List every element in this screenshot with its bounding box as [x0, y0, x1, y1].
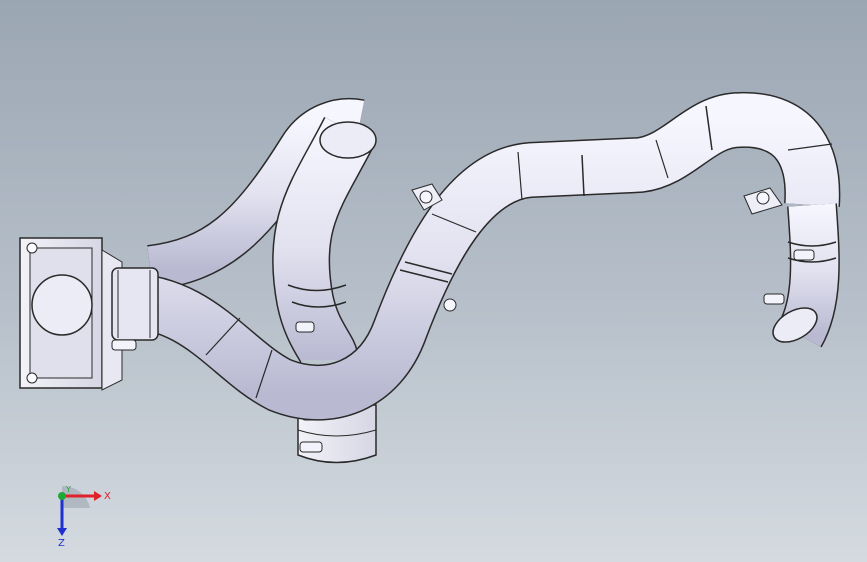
throttle-body-housing — [19, 237, 159, 391]
z-axis-label: Z — [58, 538, 65, 548]
right-outlet-pipe — [743, 187, 840, 348]
y-axis-origin-marker — [58, 492, 66, 500]
intake-pipe-assembly-model[interactable] — [0, 0, 867, 562]
y-axis-label: Y — [65, 485, 71, 494]
x-axis-label: X — [104, 491, 111, 502]
coordinate-triad: X Z Y — [57, 485, 111, 548]
graphics-viewport[interactable]: X Z Y — [0, 0, 867, 562]
